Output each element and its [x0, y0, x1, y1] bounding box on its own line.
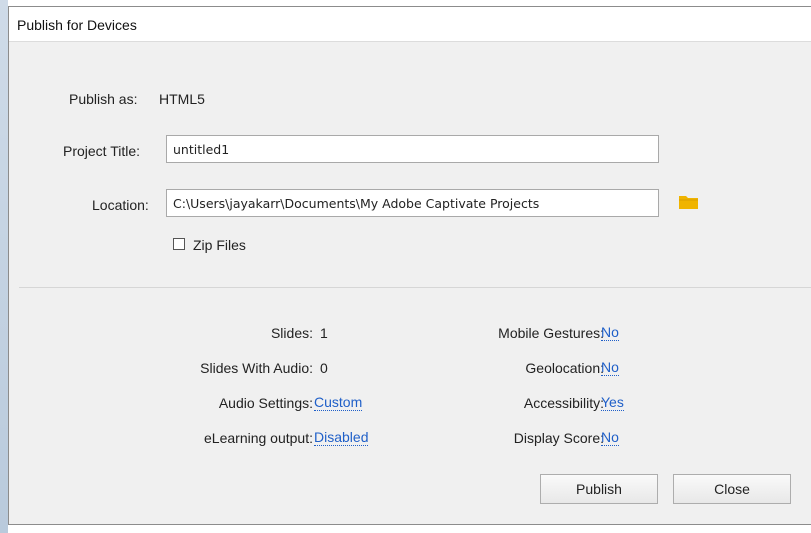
section-divider	[19, 287, 811, 288]
slides-label: Slides:	[270, 325, 313, 341]
location-input[interactable]	[166, 189, 659, 217]
dialog-content: Publish as: HTML5 Project Title: Locatio…	[19, 41, 811, 524]
location-label: Location:	[92, 197, 149, 213]
dialog-titlebar: Publish for Devices	[9, 7, 811, 42]
publish-dialog: Publish for Devices Publish as: HTML5 Pr…	[8, 6, 811, 525]
zip-files-label: Zip Files	[193, 237, 246, 253]
slides-with-audio-value: 0	[320, 360, 328, 376]
publish-as-label: Publish as:	[69, 91, 138, 107]
accessibility-link[interactable]: Yes	[601, 395, 624, 411]
mobile-gestures-link[interactable]: No	[601, 325, 619, 341]
project-title-input[interactable]	[166, 135, 659, 163]
folder-icon[interactable]	[679, 194, 699, 213]
publish-as-value: HTML5	[159, 91, 205, 107]
display-score-label: Display Score:	[513, 430, 604, 446]
accessibility-label: Accessibility:	[523, 395, 604, 411]
audio-settings-link[interactable]: Custom	[314, 395, 363, 411]
dialog-title: Publish for Devices	[17, 17, 137, 33]
close-button[interactable]: Close	[673, 474, 791, 504]
geolocation-label: Geolocation:	[525, 360, 604, 376]
zip-files-checkbox[interactable]	[173, 238, 185, 250]
audio-settings-label: Audio Settings:	[218, 395, 313, 411]
display-score-link[interactable]: No	[601, 430, 619, 446]
publish-button[interactable]: Publish	[540, 474, 658, 504]
elearning-output-label: eLearning output:	[204, 430, 313, 446]
slides-with-audio-label: Slides With Audio:	[200, 360, 313, 376]
elearning-output-link[interactable]: Disabled	[314, 430, 369, 446]
geolocation-link[interactable]: No	[601, 360, 619, 376]
project-title-label: Project Title:	[63, 143, 141, 159]
mobile-gestures-label: Mobile Gestures:	[498, 325, 604, 341]
slides-value: 1	[320, 325, 328, 341]
background-window-edge	[0, 0, 8, 533]
